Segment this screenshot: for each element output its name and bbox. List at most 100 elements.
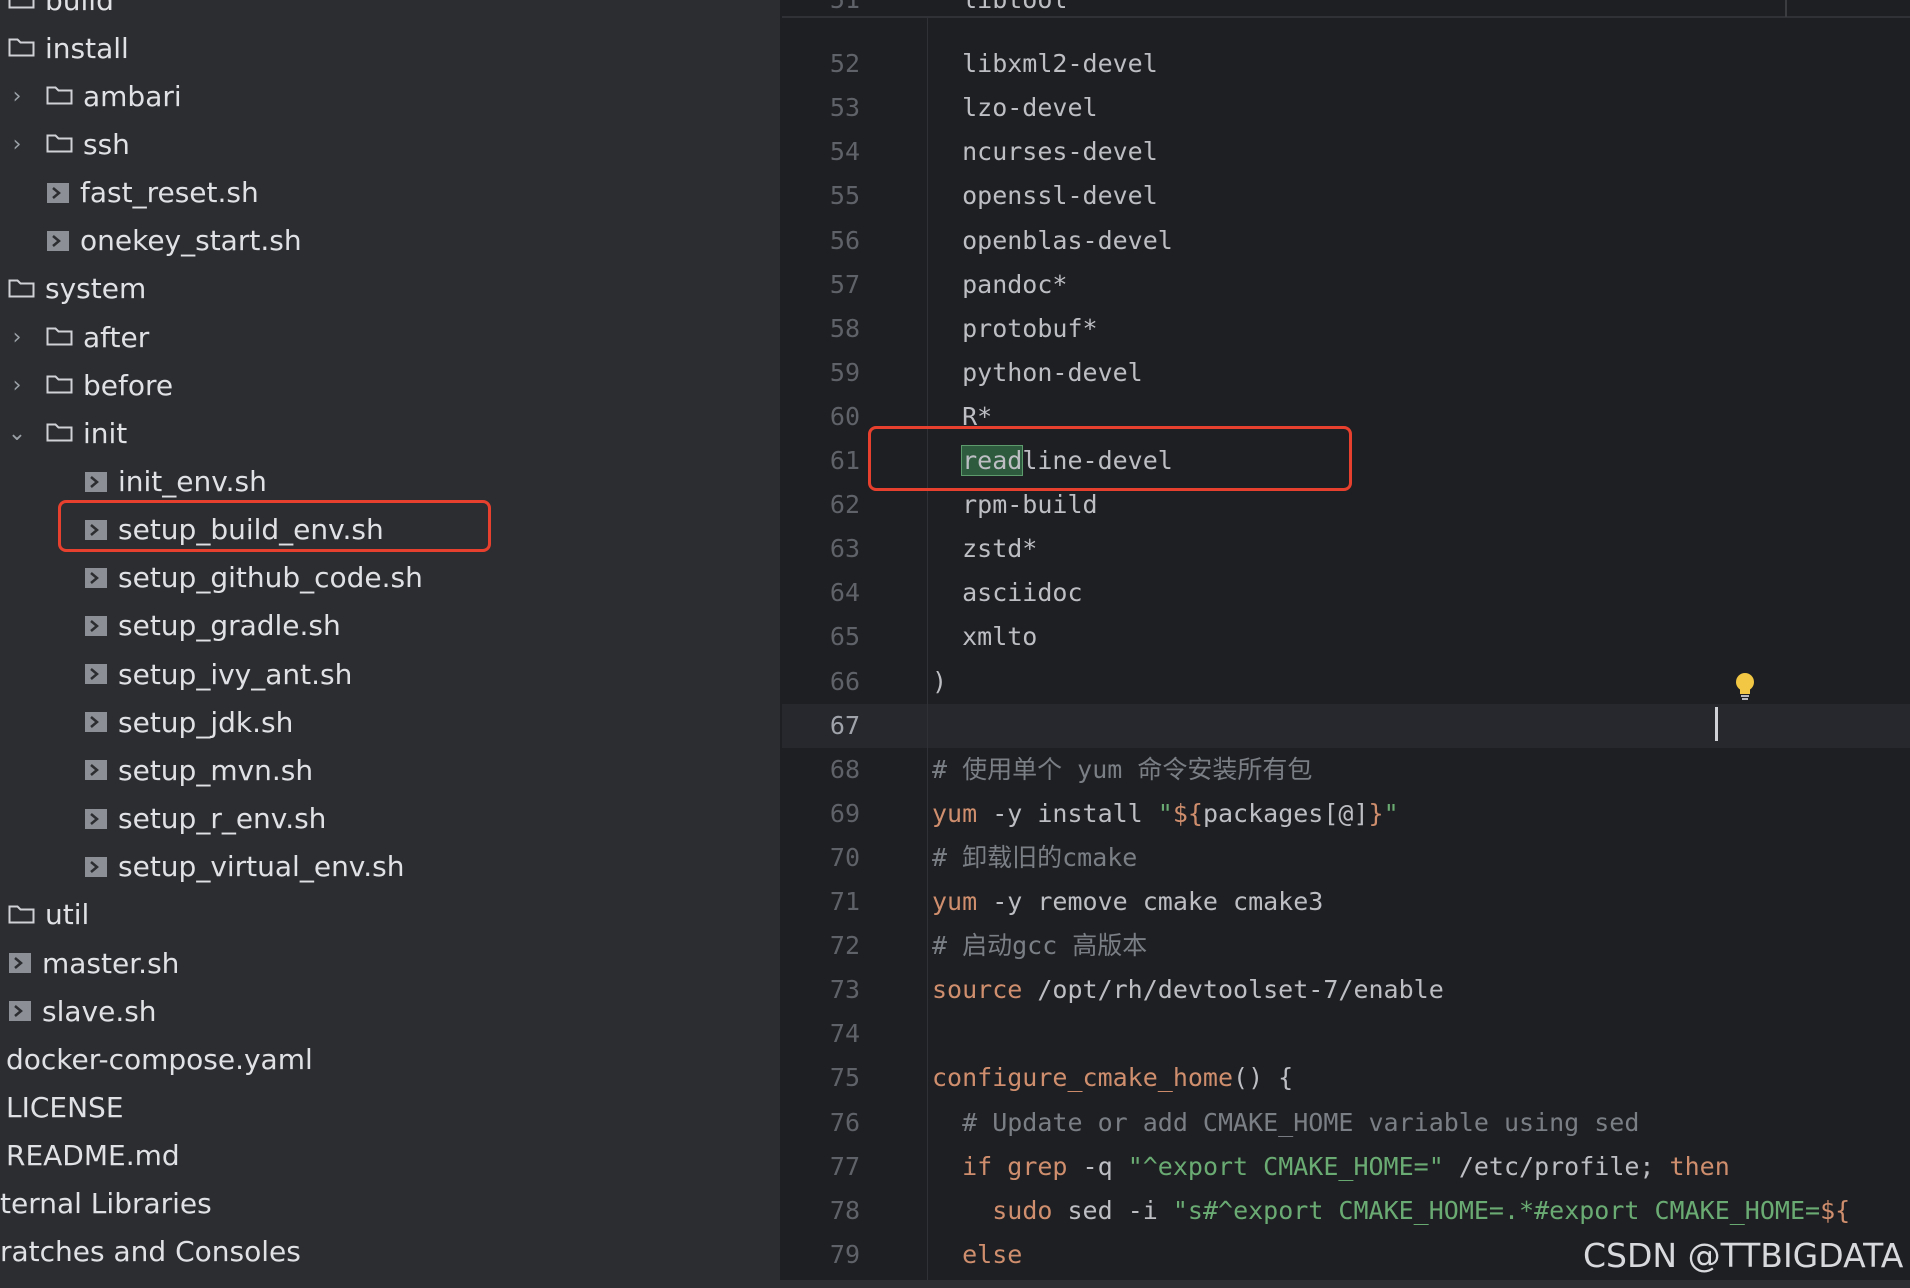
- tree-file-setup-ivy-ant-sh[interactable]: setup_ivy_ant.sh: [0, 650, 780, 698]
- code-line-72[interactable]: 72 # 启动gcc 高版本: [782, 924, 1910, 968]
- line-number: 79: [829, 1239, 860, 1269]
- line-content: xmlto: [932, 615, 1037, 659]
- code-line-69[interactable]: 69 yum -y install "${packages[@]}": [782, 792, 1910, 836]
- tree-item-label: install: [45, 31, 129, 65]
- code-token: ): [932, 666, 948, 696]
- tree-folder-init[interactable]: ⌄ init: [0, 409, 780, 457]
- tree-folder-system[interactable]: system: [0, 265, 780, 313]
- tree-item-label: setup_ivy_ant.sh: [118, 657, 353, 691]
- tree-folder-ssh[interactable]: › ssh: [0, 120, 780, 168]
- code-line-75[interactable]: 75 configure_cmake_home() {: [782, 1056, 1910, 1100]
- tree-folder-ambari[interactable]: › ambari: [0, 72, 780, 120]
- shell-file-icon: [9, 953, 31, 973]
- line-content: ): [932, 660, 947, 704]
- code-keyword: yum: [932, 798, 978, 828]
- tree-file-ternal-libraries[interactable]: ternal Libraries: [0, 1180, 780, 1228]
- tree-file-onekey-start-sh[interactable]: onekey_start.sh: [0, 217, 780, 265]
- code-keyword: source: [932, 975, 1023, 1005]
- code-line-54[interactable]: 54 ncurses-devel: [782, 130, 1910, 174]
- tree-file-setup-github-code-sh[interactable]: setup_github_code.sh: [0, 554, 780, 602]
- status-bar-edge: [0, 1280, 1910, 1288]
- code-token: lzo-devel: [932, 93, 1098, 123]
- tree-file-init-env-sh[interactable]: init_env.sh: [0, 458, 780, 506]
- tree-file-readme-md[interactable]: README.md: [0, 1132, 780, 1180]
- tree-item-label: setup_jdk.sh: [118, 705, 294, 739]
- tree-file-fast-reset-sh[interactable]: fast_reset.sh: [0, 169, 780, 217]
- shell-file-icon: [9, 1001, 31, 1022]
- code-line-64[interactable]: 64 asciidoc: [782, 571, 1910, 615]
- tree-file-docker-compose-yaml[interactable]: docker-compose.yaml: [0, 1035, 780, 1083]
- code-editor[interactable]: 51 libtool52 libxml2-devel53 lzo-devel54…: [782, 0, 1910, 1280]
- tree-file-license[interactable]: LICENSE: [0, 1083, 780, 1131]
- tree-file-setup-virtual-env-sh[interactable]: setup_virtual_env.sh: [0, 843, 780, 891]
- shell-file-icon: [85, 615, 107, 636]
- line-content: lzo-devel: [932, 86, 1098, 130]
- code-line-74[interactable]: 74: [782, 1012, 1910, 1056]
- folder-icon: [8, 38, 35, 57]
- code-line-70[interactable]: 70 # 卸载旧的cmake: [782, 836, 1910, 880]
- tree-item-label: onekey_start.sh: [80, 224, 302, 258]
- tree-file-setup-jdk-sh[interactable]: setup_jdk.sh: [0, 698, 780, 746]
- chevron-right-icon[interactable]: ›: [6, 325, 28, 350]
- line-number: 59: [829, 357, 860, 387]
- code-line-56[interactable]: 56 openblas-devel: [782, 219, 1910, 263]
- line-number: 76: [829, 1107, 860, 1137]
- folder-icon: [8, 905, 35, 924]
- code-line-51[interactable]: 51 libtool: [782, 0, 1910, 22]
- code-token: -q: [1067, 1151, 1128, 1181]
- tree-folder-util[interactable]: util: [0, 891, 780, 939]
- tree-file-master-sh[interactable]: master.sh: [0, 939, 780, 987]
- tree-file-setup-gradle-sh[interactable]: setup_gradle.sh: [0, 602, 780, 650]
- shell-file-icon: [85, 471, 107, 492]
- code-line-71[interactable]: 71 yum -y remove cmake cmake3: [782, 880, 1910, 924]
- line-content: # Update or add CMAKE_HOME variable usin…: [932, 1101, 1639, 1145]
- chevron-right-icon[interactable]: ›: [6, 132, 28, 157]
- tree-item-label: ambari: [83, 79, 182, 113]
- code-line-68[interactable]: 68 # 使用单个 yum 命令安装所有包: [782, 748, 1910, 792]
- code-line-78[interactable]: 78 sudo sed -i "s#^export CMAKE_HOME=.*#…: [782, 1189, 1910, 1233]
- tree-file-slave-sh[interactable]: slave.sh: [0, 987, 780, 1035]
- tree-item-label: slave.sh: [42, 994, 157, 1028]
- line-number: 64: [829, 578, 860, 608]
- code-line-67[interactable]: 67: [782, 703, 1910, 748]
- tree-folder-after[interactable]: › after: [0, 313, 780, 361]
- code-comment: # 卸载旧的cmake: [932, 842, 1138, 872]
- chevron-down-icon[interactable]: ⌄: [6, 421, 28, 446]
- tree-annotation-box: [58, 500, 491, 552]
- tree-item-label: before: [83, 368, 174, 402]
- tree-file-setup-r-env-sh[interactable]: setup_r_env.sh: [0, 795, 780, 843]
- code-line-65[interactable]: 65 xmlto: [782, 615, 1910, 659]
- code-line-53[interactable]: 53 lzo-devel: [782, 86, 1910, 130]
- tree-item-label: init: [83, 416, 128, 450]
- code-line-63[interactable]: 63 zstd*: [782, 527, 1910, 571]
- code-line-77[interactable]: 77 if grep -q "^export CMAKE_HOME=" /etc…: [782, 1145, 1910, 1189]
- line-number: 53: [829, 93, 860, 123]
- shell-file-icon: [85, 712, 107, 733]
- code-line-76[interactable]: 76 # Update or add CMAKE_HOME variable u…: [782, 1101, 1910, 1145]
- lightbulb-icon[interactable]: [1734, 672, 1756, 702]
- tree-item-label: setup_github_code.sh: [118, 561, 423, 595]
- chevron-right-icon[interactable]: ›: [6, 373, 28, 398]
- code-line-52[interactable]: 52 libxml2-devel: [782, 42, 1910, 86]
- code-line-58[interactable]: 58 protobuf*: [782, 307, 1910, 351]
- code-token: ${: [1172, 798, 1203, 828]
- tree-folder-install[interactable]: install: [0, 24, 780, 72]
- code-token: -y install: [977, 798, 1158, 828]
- line-number: 60: [829, 401, 860, 431]
- code-line-57[interactable]: 57 pandoc*: [782, 263, 1910, 307]
- project-tree-panel: build install › ambari › ssh fast_reset.shonek…: [0, 0, 780, 1280]
- tree-folder-build[interactable]: build: [0, 0, 780, 24]
- tree-folder-before[interactable]: › before: [0, 361, 780, 409]
- chevron-right-icon[interactable]: ›: [6, 84, 28, 109]
- code-token: /opt/rh/devtoolset-7/enable: [1022, 975, 1444, 1005]
- code-line-55[interactable]: 55 openssl-devel: [782, 174, 1910, 218]
- folder-icon: [46, 375, 73, 394]
- folder-icon: [46, 134, 73, 153]
- line-content: # 卸载旧的cmake: [932, 836, 1137, 880]
- code-line-59[interactable]: 59 python-devel: [782, 351, 1910, 395]
- code-line-73[interactable]: 73 source /opt/rh/devtoolset-7/enable: [782, 968, 1910, 1012]
- tree-file-ratches-and-consoles[interactable]: ratches and Consoles: [0, 1228, 780, 1276]
- tree-file-setup-mvn-sh[interactable]: setup_mvn.sh: [0, 746, 780, 794]
- tree-item-label: fast_reset.sh: [80, 176, 259, 210]
